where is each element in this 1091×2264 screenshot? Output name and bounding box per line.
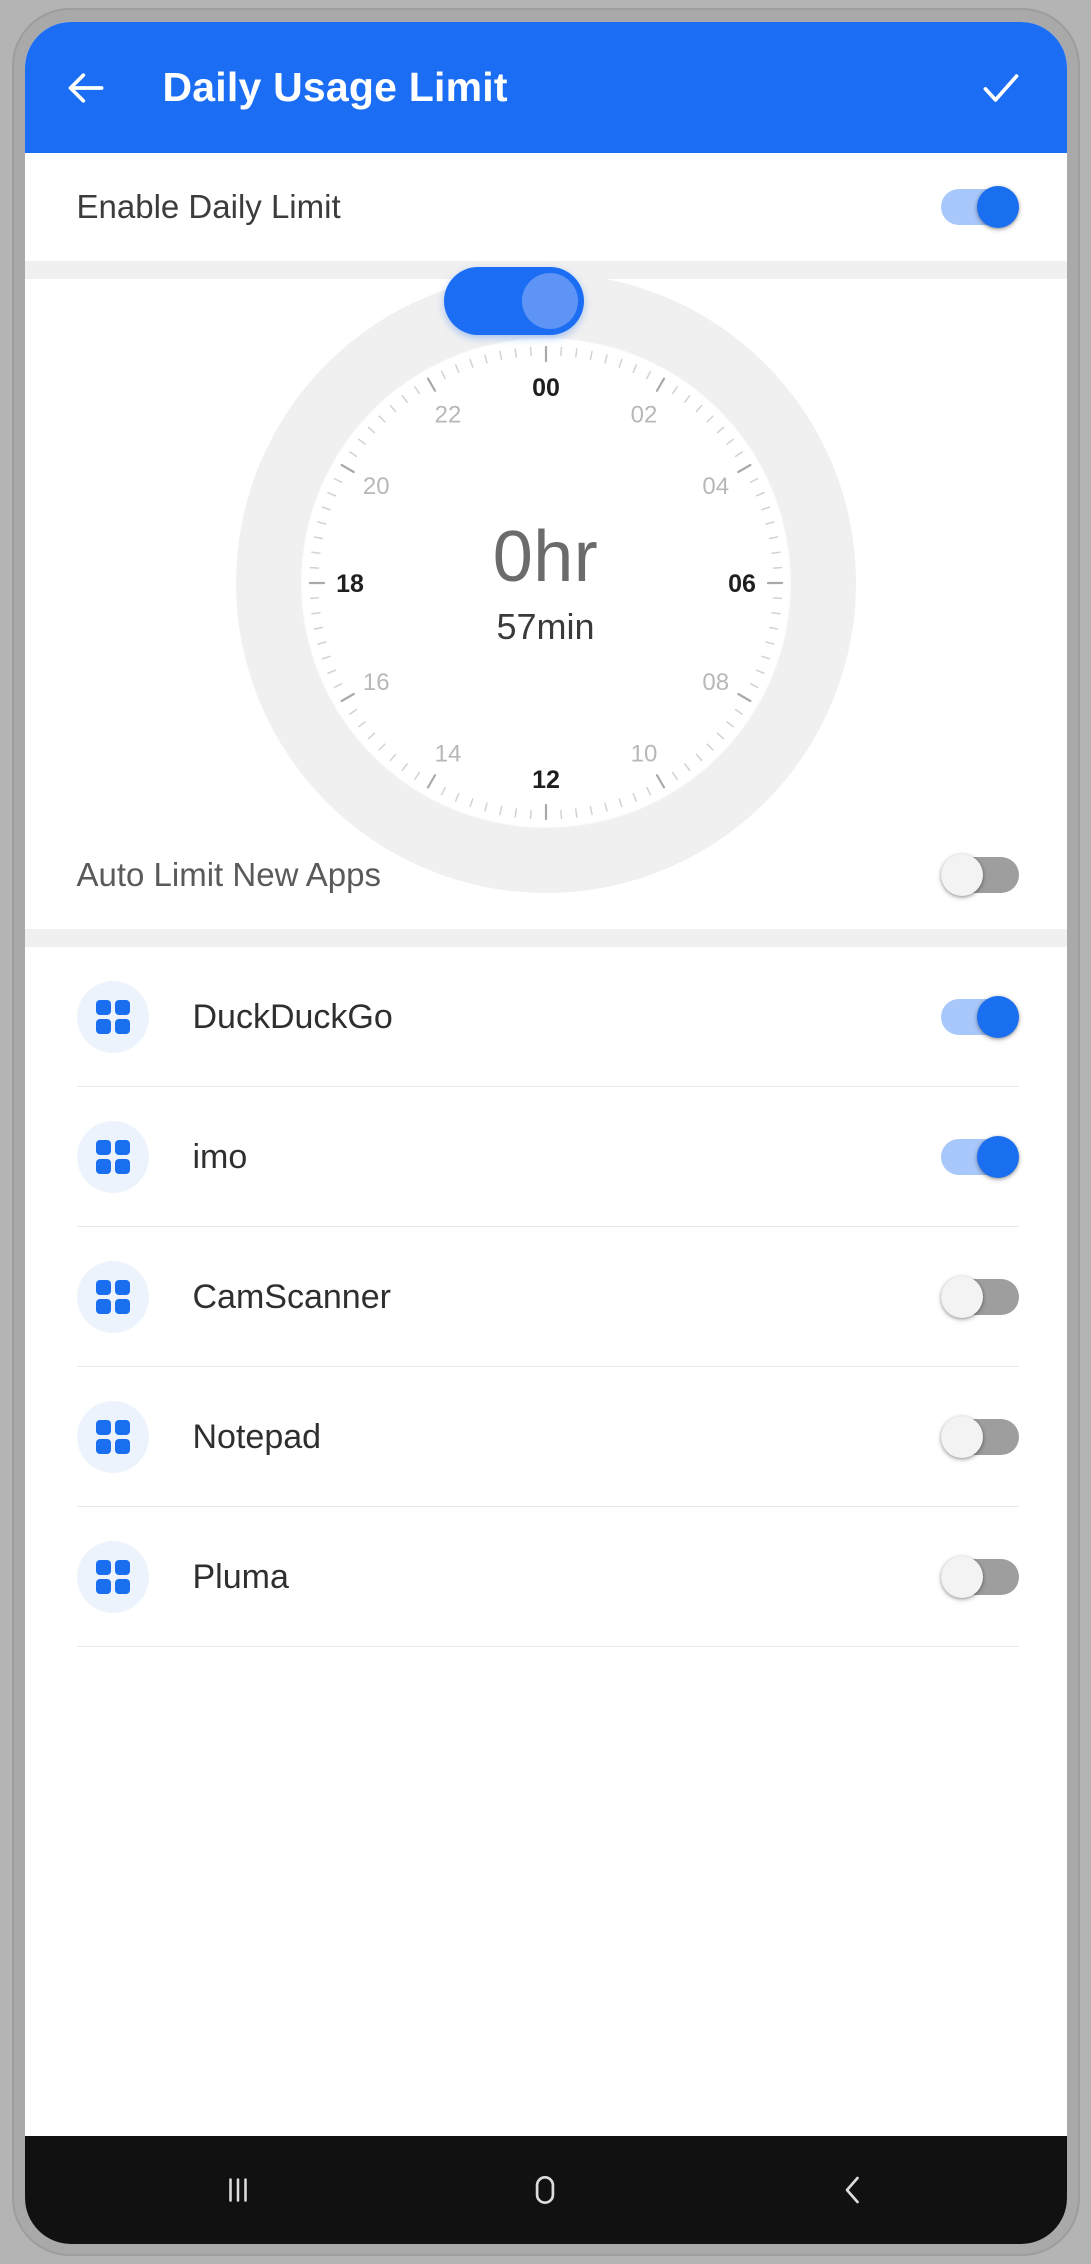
- app-name-label: CamScanner: [192, 1277, 391, 1316]
- toggle-knob: [976, 186, 1019, 228]
- phone-screen: Daily Usage Limit Enable Daily Limit 00 …: [24, 22, 1067, 2244]
- app-row[interactable]: imo: [25, 1087, 1067, 1227]
- app-grid-icon: [76, 1541, 149, 1613]
- app-name-label: imo: [192, 1137, 248, 1176]
- enable-daily-limit-label: Enable Daily Limit: [76, 188, 341, 225]
- app-row[interactable]: Pluma: [25, 1507, 1067, 1647]
- dial-thumb-handle[interactable]: [443, 267, 584, 335]
- section-divider-2: [24, 929, 1067, 947]
- page-title: Daily Usage Limit: [162, 64, 508, 110]
- toggle-knob: [976, 996, 1019, 1038]
- toggle-knob: [940, 1276, 983, 1318]
- arrow-left-icon[interactable]: [55, 56, 119, 120]
- recents-icon[interactable]: [183, 2155, 293, 2225]
- daily-limit-dial-section: 00 02 04 06 08 10 12 14 16 18 20 22 0hr 57min: [24, 267, 1067, 893]
- dial-hour-label: 18: [336, 570, 364, 598]
- dial-hour-label: 06: [728, 570, 756, 598]
- grid-dots: [95, 1000, 130, 1034]
- dial-ticks-and-labels: 00 02 04 06 08 10 12 14 16 18 20 22: [308, 345, 783, 821]
- dial-hour-label: 10: [630, 741, 657, 768]
- app-grid-icon: [76, 1261, 149, 1333]
- dial-hour-label: 14: [434, 741, 461, 768]
- app-name-label: Pluma: [192, 1557, 289, 1596]
- app-limit-toggle[interactable]: [940, 1416, 1019, 1458]
- app-row[interactable]: CamScanner: [25, 1227, 1067, 1367]
- row-divider: [76, 1646, 1019, 1647]
- toggle-knob: [940, 854, 983, 896]
- app-limit-toggle[interactable]: [940, 996, 1019, 1038]
- check-icon[interactable]: [969, 56, 1033, 120]
- app-name-label: Notepad: [192, 1417, 322, 1456]
- app-row[interactable]: Notepad: [25, 1367, 1067, 1507]
- dial-hour-label: 12: [532, 766, 560, 794]
- app-limit-toggle[interactable]: [940, 1556, 1019, 1598]
- dial-hour-label: 22: [434, 401, 461, 428]
- toggle-knob: [940, 1416, 983, 1458]
- toggle-knob: [940, 1556, 983, 1598]
- grid-dots: [95, 1560, 130, 1594]
- phone-bezel: Daily Usage Limit Enable Daily Limit 00 …: [11, 8, 1080, 2256]
- enable-daily-limit-toggle[interactable]: [940, 186, 1019, 228]
- app-grid-icon: [76, 981, 149, 1053]
- dial-hour-label: 02: [630, 401, 657, 428]
- toggle-knob: [976, 1136, 1019, 1178]
- dial-hour-label: 20: [362, 473, 389, 500]
- back-chevron-icon[interactable]: [798, 2155, 908, 2225]
- dial-hour-label: 16: [362, 669, 389, 696]
- grid-dots: [95, 1420, 130, 1454]
- time-picker-dial[interactable]: 00 02 04 06 08 10 12 14 16 18 20 22 0hr 57min: [235, 267, 856, 893]
- auto-limit-new-apps-toggle[interactable]: [940, 854, 1019, 896]
- app-row[interactable]: DuckDuckGo: [25, 947, 1067, 1087]
- dial-hour-label: 00: [532, 374, 560, 402]
- app-limit-toggle[interactable]: [940, 1276, 1019, 1318]
- app-grid-icon: [76, 1401, 149, 1473]
- app-name-label: DuckDuckGo: [192, 997, 393, 1036]
- app-limit-toggle[interactable]: [940, 1136, 1019, 1178]
- grid-dots: [95, 1140, 130, 1174]
- app-limit-list: DuckDuckGo imo CamScanner Notepad Pluma: [24, 947, 1067, 2136]
- app-grid-icon: [76, 1121, 149, 1193]
- android-navigation-bar: [24, 2136, 1067, 2244]
- dial-hour-label: 08: [702, 669, 729, 696]
- dial-hour-label: 04: [702, 473, 729, 500]
- phone-device: Daily Usage Limit Enable Daily Limit 00 …: [0, 0, 1091, 2264]
- home-icon[interactable]: [490, 2155, 600, 2225]
- enable-daily-limit-row[interactable]: Enable Daily Limit: [24, 153, 1067, 261]
- grid-dots: [95, 1280, 130, 1314]
- app-bar: Daily Usage Limit: [24, 22, 1067, 153]
